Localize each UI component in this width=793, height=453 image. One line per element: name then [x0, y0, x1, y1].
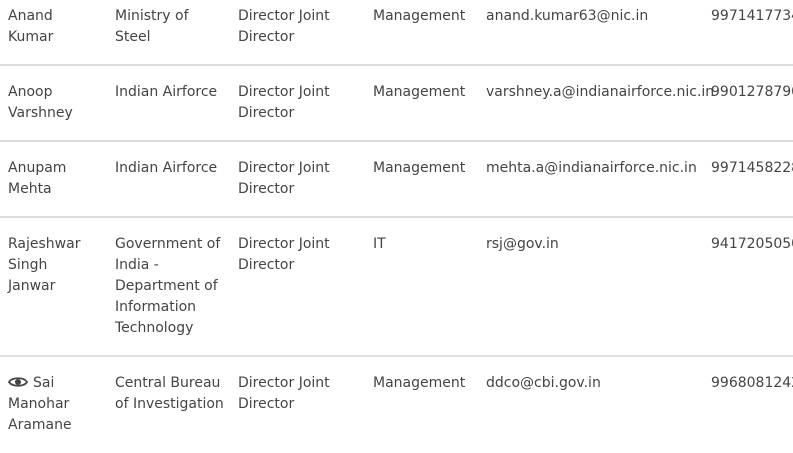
name-cell: Sai Manohar Aramane [7, 373, 96, 436]
email-cell: ddco@cbi.gov.in [486, 375, 601, 391]
designation-cell: Director Joint Director [238, 375, 330, 412]
phone-cell: 9971458228 [711, 160, 793, 176]
table-row: Sai Manohar Aramane Central Bureau of In… [0, 357, 793, 453]
table-row: Rajeshwar Singh Janwar Government of Ind… [0, 218, 793, 357]
table-row: Anand Kumar Ministry of Steel Director J… [0, 0, 793, 66]
designation-cell: Director Joint Director [238, 84, 330, 121]
name-cell: Anoop Varshney [8, 84, 73, 121]
designation-cell: Director Joint Director [238, 236, 330, 273]
department-cell: Management [373, 375, 466, 391]
email-cell: mehta.a@indianairforce.nic.in [486, 160, 697, 176]
phone-cell: 9971417734 [711, 8, 793, 24]
eye-icon[interactable] [7, 375, 29, 389]
table-row: Anupam Mehta Indian Airforce Director Jo… [0, 142, 793, 218]
name-cell: Anupam Mehta [8, 160, 67, 197]
organization-cell: Indian Airforce [115, 84, 218, 100]
phone-cell: 9968081242 [711, 375, 793, 391]
organization-cell: Central Bureau of Investigation [115, 375, 224, 412]
department-cell: Management [373, 160, 466, 176]
designation-cell: Director Joint Director [238, 160, 330, 197]
name-cell: Anand Kumar [8, 8, 54, 45]
department-cell: IT [373, 236, 386, 252]
department-cell: Management [373, 84, 466, 100]
name-cell: Rajeshwar Singh Janwar [8, 236, 81, 294]
phone-cell: 9901278790 [711, 84, 793, 100]
organization-cell: Indian Airforce [115, 160, 218, 176]
email-cell: anand.kumar63@nic.in [486, 8, 649, 24]
organization-cell: Government of India - Department of Info… [115, 236, 221, 336]
phone-cell: 9417205050 [711, 236, 793, 252]
email-cell: rsj@gov.in [486, 236, 559, 252]
contacts-table: Anand Kumar Ministry of Steel Director J… [0, 0, 793, 453]
department-cell: Management [373, 8, 466, 24]
organization-cell: Ministry of Steel [115, 8, 189, 45]
designation-cell: Director Joint Director [238, 8, 330, 45]
table-row: Anoop Varshney Indian Airforce Director … [0, 66, 793, 142]
email-cell: varshney.a@indianairforce.nic.in [486, 84, 715, 100]
